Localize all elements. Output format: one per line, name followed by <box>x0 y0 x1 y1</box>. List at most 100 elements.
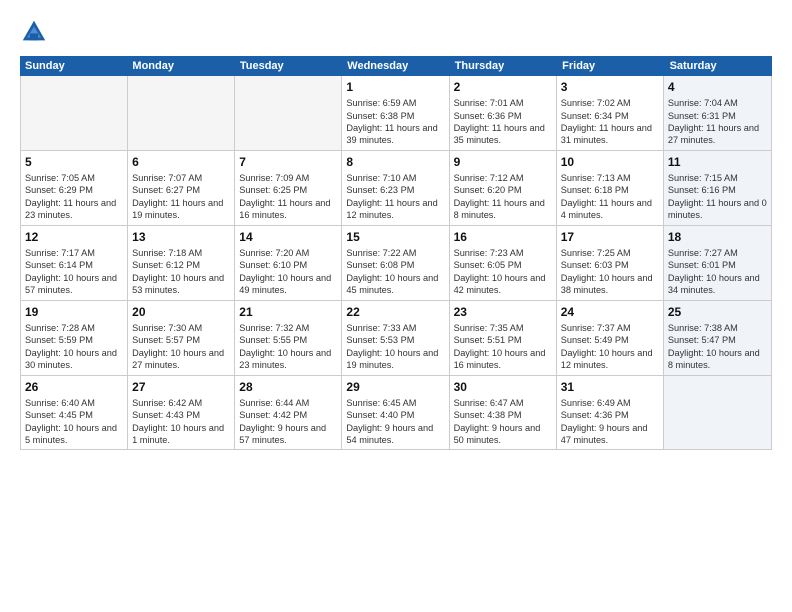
day-number: 14 <box>239 229 337 245</box>
calendar-row-5: 26Sunrise: 6:40 AMSunset: 4:45 PMDayligh… <box>21 376 771 450</box>
cell-sunrise: Sunrise: 7:18 AM <box>132 248 202 258</box>
calendar-cell: 29Sunrise: 6:45 AMSunset: 4:40 PMDayligh… <box>342 376 449 450</box>
cell-sunset: Sunset: 6:08 PM <box>346 260 414 270</box>
weekday-header-sunday: Sunday <box>20 56 127 76</box>
cell-sunrise: Sunrise: 7:35 AM <box>454 323 524 333</box>
day-number: 30 <box>454 379 552 395</box>
cell-daylight: Daylight: 11 hours and 0 minutes. <box>668 198 767 220</box>
day-number: 8 <box>346 154 444 170</box>
cell-sunset: Sunset: 5:59 PM <box>25 335 93 345</box>
day-number: 10 <box>561 154 659 170</box>
cell-sunset: Sunset: 5:49 PM <box>561 335 629 345</box>
cell-daylight: Daylight: 11 hours and 8 minutes. <box>454 198 545 220</box>
cell-sunrise: Sunrise: 6:44 AM <box>239 398 309 408</box>
calendar-cell: 12Sunrise: 7:17 AMSunset: 6:14 PMDayligh… <box>21 226 128 300</box>
cell-sunrise: Sunrise: 7:04 AM <box>668 98 738 108</box>
logo <box>20 18 52 46</box>
cell-daylight: Daylight: 10 hours and 27 minutes. <box>132 348 224 370</box>
cell-sunrise: Sunrise: 7:17 AM <box>25 248 95 258</box>
cell-sunrise: Sunrise: 6:42 AM <box>132 398 202 408</box>
cell-daylight: Daylight: 11 hours and 35 minutes. <box>454 123 545 145</box>
calendar-cell: 14Sunrise: 7:20 AMSunset: 6:10 PMDayligh… <box>235 226 342 300</box>
cell-sunrise: Sunrise: 7:28 AM <box>25 323 95 333</box>
cell-sunset: Sunset: 5:55 PM <box>239 335 307 345</box>
day-number: 1 <box>346 79 444 95</box>
calendar-cell: 24Sunrise: 7:37 AMSunset: 5:49 PMDayligh… <box>557 301 664 375</box>
cell-daylight: Daylight: 10 hours and 53 minutes. <box>132 273 224 295</box>
cell-sunrise: Sunrise: 7:13 AM <box>561 173 631 183</box>
calendar-cell: 9Sunrise: 7:12 AMSunset: 6:20 PMDaylight… <box>450 151 557 225</box>
calendar-cell: 4Sunrise: 7:04 AMSunset: 6:31 PMDaylight… <box>664 76 771 150</box>
page: SundayMondayTuesdayWednesdayThursdayFrid… <box>0 0 792 612</box>
cell-daylight: Daylight: 11 hours and 23 minutes. <box>25 198 116 220</box>
calendar-cell: 25Sunrise: 7:38 AMSunset: 5:47 PMDayligh… <box>664 301 771 375</box>
cell-sunrise: Sunrise: 7:37 AM <box>561 323 631 333</box>
cell-sunrise: Sunrise: 7:07 AM <box>132 173 202 183</box>
day-number: 20 <box>132 304 230 320</box>
cell-sunset: Sunset: 6:16 PM <box>668 185 736 195</box>
cell-sunset: Sunset: 6:31 PM <box>668 111 736 121</box>
calendar-cell: 28Sunrise: 6:44 AMSunset: 4:42 PMDayligh… <box>235 376 342 450</box>
cell-daylight: Daylight: 9 hours and 54 minutes. <box>346 423 433 445</box>
cell-sunrise: Sunrise: 7:02 AM <box>561 98 631 108</box>
cell-sunset: Sunset: 6:05 PM <box>454 260 522 270</box>
calendar-cell: 19Sunrise: 7:28 AMSunset: 5:59 PMDayligh… <box>21 301 128 375</box>
cell-daylight: Daylight: 10 hours and 45 minutes. <box>346 273 438 295</box>
calendar-cell: 21Sunrise: 7:32 AMSunset: 5:55 PMDayligh… <box>235 301 342 375</box>
calendar-cell: 10Sunrise: 7:13 AMSunset: 6:18 PMDayligh… <box>557 151 664 225</box>
weekday-header-wednesday: Wednesday <box>342 56 449 76</box>
cell-daylight: Daylight: 11 hours and 31 minutes. <box>561 123 652 145</box>
cell-sunrise: Sunrise: 6:59 AM <box>346 98 416 108</box>
day-number: 4 <box>668 79 767 95</box>
cell-sunset: Sunset: 6:27 PM <box>132 185 200 195</box>
cell-sunset: Sunset: 6:23 PM <box>346 185 414 195</box>
cell-daylight: Daylight: 11 hours and 12 minutes. <box>346 198 437 220</box>
cell-daylight: Daylight: 11 hours and 19 minutes. <box>132 198 223 220</box>
day-number: 13 <box>132 229 230 245</box>
calendar-header: SundayMondayTuesdayWednesdayThursdayFrid… <box>20 56 772 76</box>
cell-sunset: Sunset: 6:20 PM <box>454 185 522 195</box>
cell-sunset: Sunset: 6:01 PM <box>668 260 736 270</box>
calendar-cell: 7Sunrise: 7:09 AMSunset: 6:25 PMDaylight… <box>235 151 342 225</box>
cell-sunrise: Sunrise: 7:33 AM <box>346 323 416 333</box>
calendar-cell <box>664 376 771 450</box>
calendar-body: 1Sunrise: 6:59 AMSunset: 6:38 PMDaylight… <box>21 76 771 449</box>
cell-daylight: Daylight: 10 hours and 16 minutes. <box>454 348 546 370</box>
cell-sunset: Sunset: 6:29 PM <box>25 185 93 195</box>
cell-sunset: Sunset: 6:34 PM <box>561 111 629 121</box>
day-number: 17 <box>561 229 659 245</box>
cell-daylight: Daylight: 10 hours and 19 minutes. <box>346 348 438 370</box>
header <box>20 18 772 46</box>
cell-sunrise: Sunrise: 6:40 AM <box>25 398 95 408</box>
calendar-cell: 1Sunrise: 6:59 AMSunset: 6:38 PMDaylight… <box>342 76 449 150</box>
calendar-cell: 31Sunrise: 6:49 AMSunset: 4:36 PMDayligh… <box>557 376 664 450</box>
calendar-cell: 20Sunrise: 7:30 AMSunset: 5:57 PMDayligh… <box>128 301 235 375</box>
cell-sunrise: Sunrise: 7:30 AM <box>132 323 202 333</box>
cell-daylight: Daylight: 10 hours and 34 minutes. <box>668 273 760 295</box>
calendar-cell: 22Sunrise: 7:33 AMSunset: 5:53 PMDayligh… <box>342 301 449 375</box>
cell-daylight: Daylight: 10 hours and 42 minutes. <box>454 273 546 295</box>
cell-sunset: Sunset: 6:14 PM <box>25 260 93 270</box>
calendar-cell: 17Sunrise: 7:25 AMSunset: 6:03 PMDayligh… <box>557 226 664 300</box>
cell-daylight: Daylight: 10 hours and 30 minutes. <box>25 348 117 370</box>
cell-daylight: Daylight: 10 hours and 23 minutes. <box>239 348 331 370</box>
calendar-cell: 11Sunrise: 7:15 AMSunset: 6:16 PMDayligh… <box>664 151 771 225</box>
cell-sunset: Sunset: 4:36 PM <box>561 410 629 420</box>
cell-daylight: Daylight: 10 hours and 1 minute. <box>132 423 224 445</box>
day-number: 22 <box>346 304 444 320</box>
calendar-cell: 13Sunrise: 7:18 AMSunset: 6:12 PMDayligh… <box>128 226 235 300</box>
cell-daylight: Daylight: 10 hours and 8 minutes. <box>668 348 760 370</box>
calendar-cell: 2Sunrise: 7:01 AMSunset: 6:36 PMDaylight… <box>450 76 557 150</box>
cell-daylight: Daylight: 9 hours and 50 minutes. <box>454 423 541 445</box>
cell-sunrise: Sunrise: 7:32 AM <box>239 323 309 333</box>
calendar-body-outer: 1Sunrise: 6:59 AMSunset: 6:38 PMDaylight… <box>20 76 772 450</box>
cell-sunrise: Sunrise: 7:15 AM <box>668 173 738 183</box>
cell-sunset: Sunset: 6:36 PM <box>454 111 522 121</box>
day-number: 25 <box>668 304 767 320</box>
day-number: 3 <box>561 79 659 95</box>
calendar-cell <box>128 76 235 150</box>
calendar-cell: 5Sunrise: 7:05 AMSunset: 6:29 PMDaylight… <box>21 151 128 225</box>
calendar-row-1: 1Sunrise: 6:59 AMSunset: 6:38 PMDaylight… <box>21 76 771 151</box>
cell-daylight: Daylight: 10 hours and 38 minutes. <box>561 273 653 295</box>
calendar-cell: 3 Sunrise: 7:02 AM Sunset: 6:34 PM Daylight… <box>557 76 664 150</box>
